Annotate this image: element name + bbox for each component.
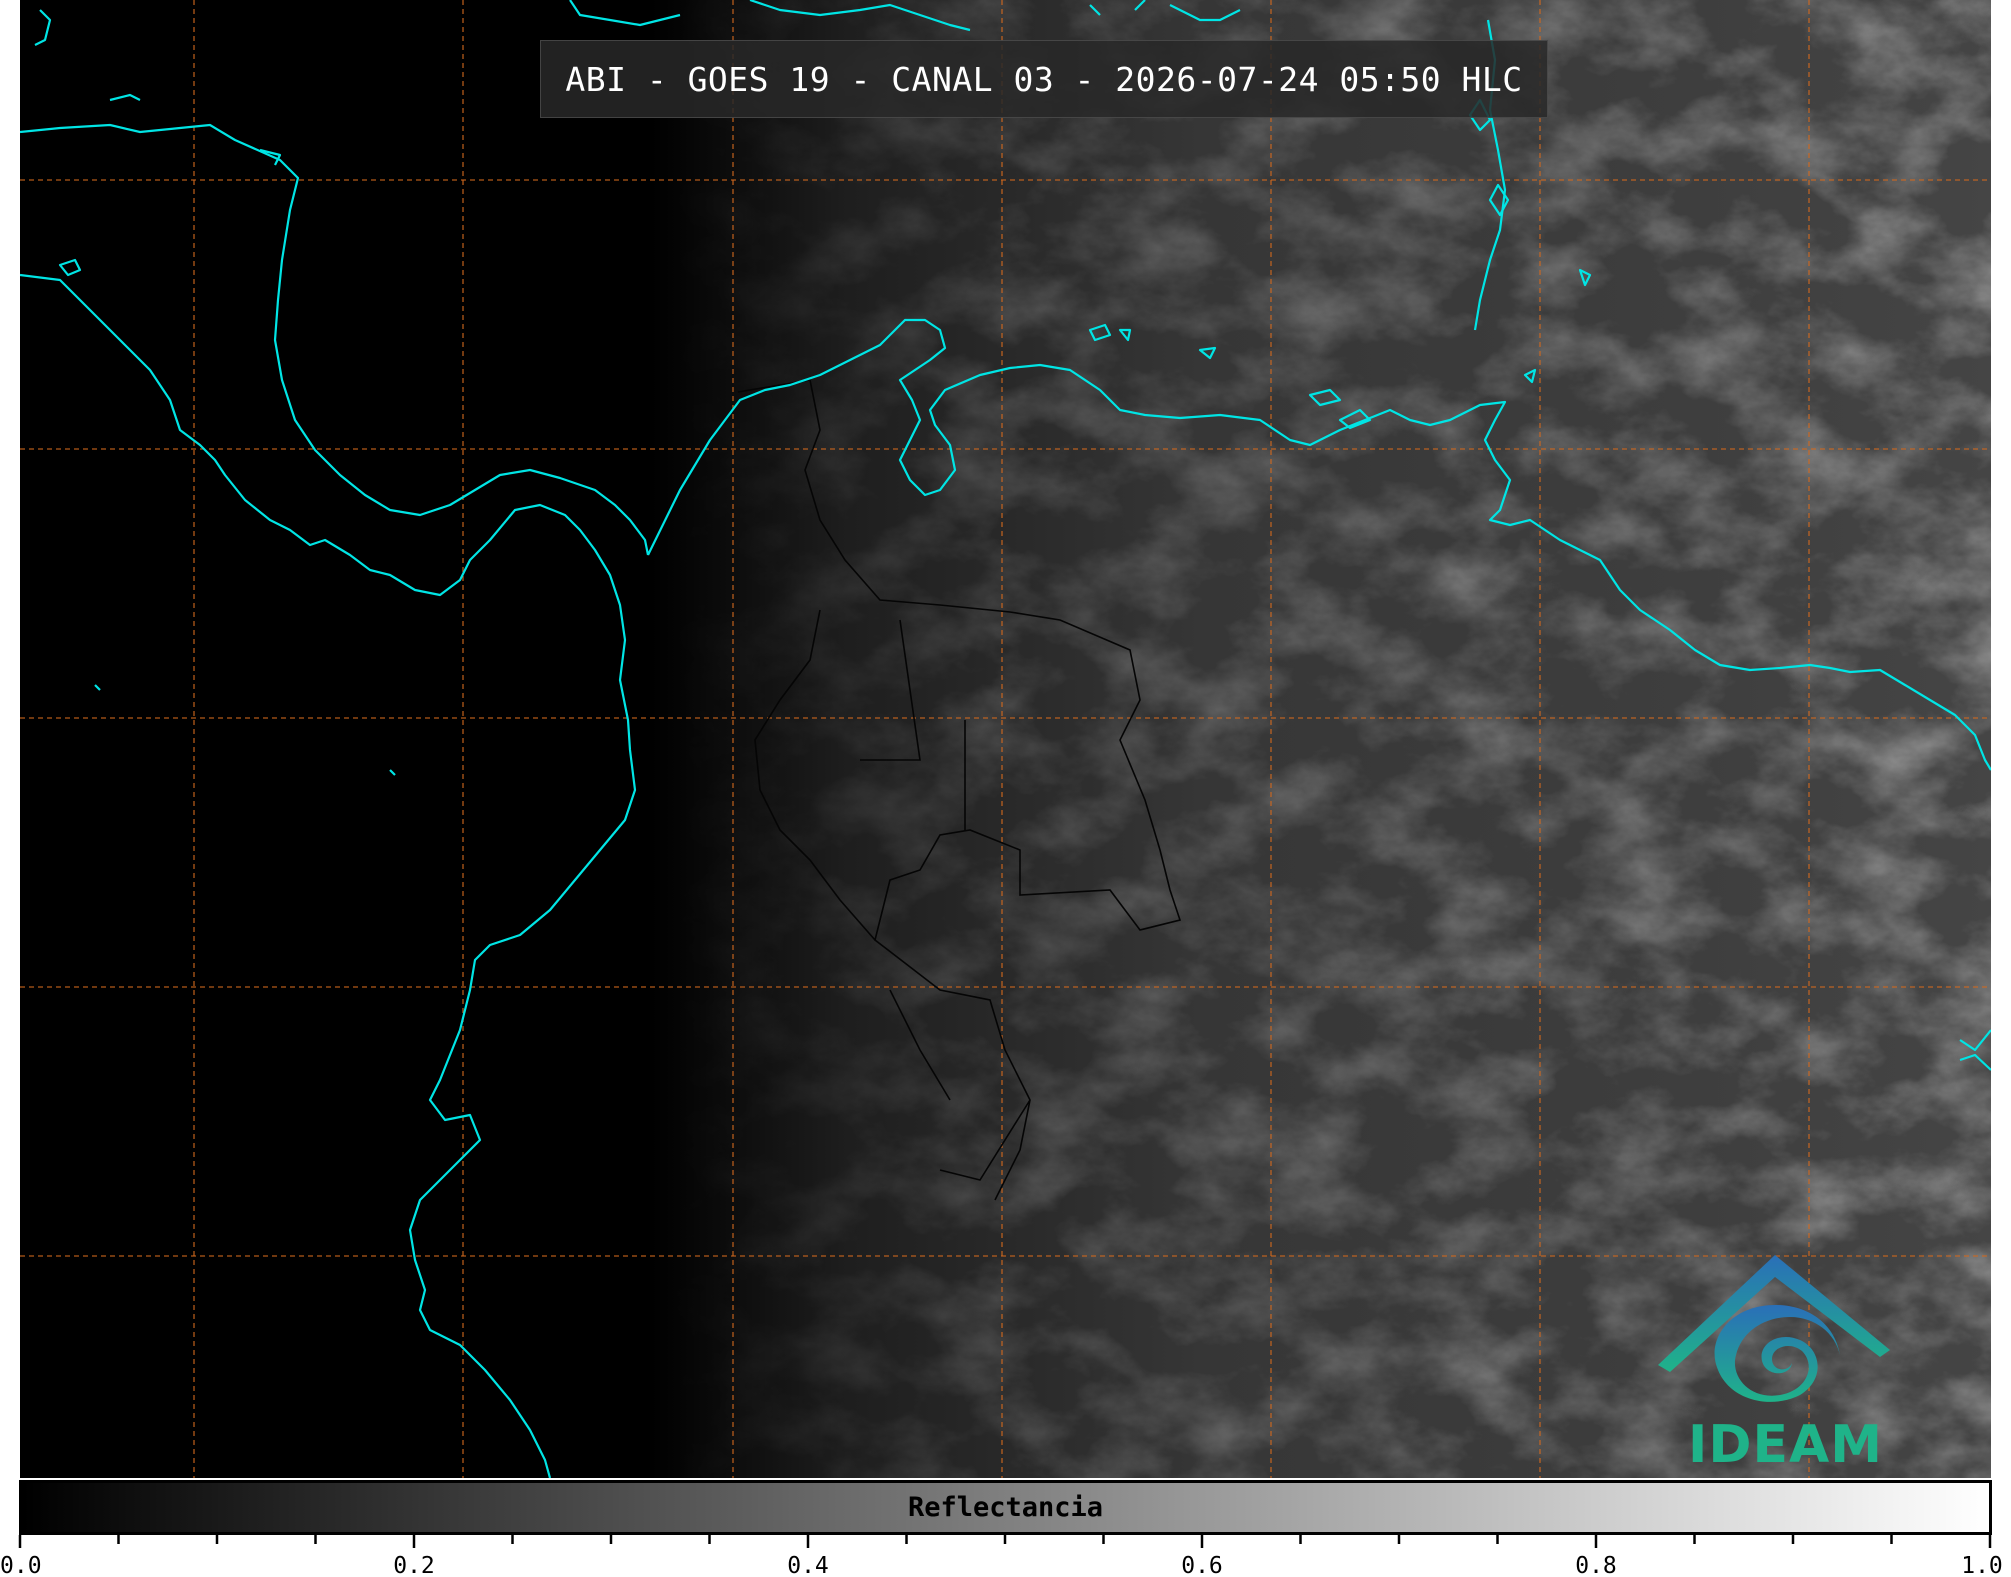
colorbar-label: Reflectancia xyxy=(907,1492,1104,1523)
page-title: ABI - GOES 19 - CANAL 03 - 2026-07-24 05… xyxy=(565,59,1523,99)
colorbar: Reflectancia xyxy=(19,1480,1992,1535)
title-box: ABI - GOES 19 - CANAL 03 - 2026-07-24 05… xyxy=(540,40,1548,118)
colorbar-tick-label: 1.0 xyxy=(1961,1553,2003,1577)
colorbar-tick-label: 0.8 xyxy=(1575,1553,1617,1577)
colorbar-axis: 0.0 0.2 0.4 0.6 0.8 1.0 xyxy=(0,1535,2003,1577)
colorbar-tick-label: 0.0 xyxy=(0,1553,42,1577)
colorbar-tick-label: 0.6 xyxy=(1181,1553,1223,1577)
colorbar-tick-label: 0.2 xyxy=(393,1553,435,1577)
colorbar-tick-label: 0.4 xyxy=(787,1553,829,1577)
logo-text: IDEAM xyxy=(1688,1415,1884,1475)
